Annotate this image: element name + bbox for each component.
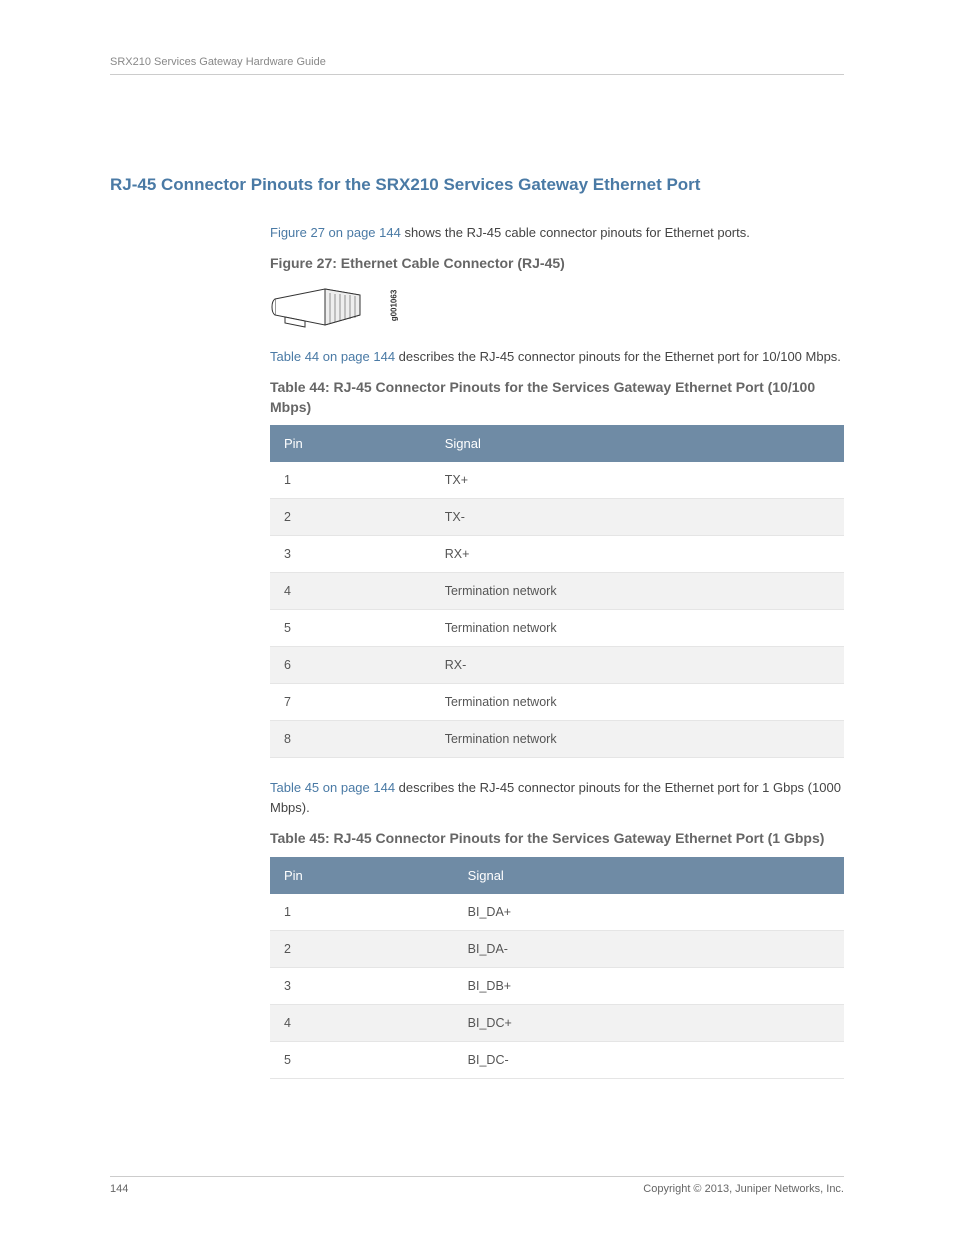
header-title: SRX210 Services Gateway Hardware Guide (110, 56, 326, 68)
table-row: 3BI_DB+ (270, 967, 844, 1004)
intro-paragraph-1: Figure 27 on page 144 shows the RJ-45 ca… (270, 223, 844, 243)
cell-pin: 6 (270, 647, 431, 684)
table-row: 4BI_DC+ (270, 1004, 844, 1041)
table-row: 7Termination network (270, 684, 844, 721)
cell-signal: RX+ (431, 536, 844, 573)
cell-pin: 2 (270, 499, 431, 536)
table-44-caption: Table 44: RJ-45 Connector Pinouts for th… (270, 378, 844, 417)
table-row: 8Termination network (270, 721, 844, 758)
cell-signal: BI_DA+ (454, 894, 844, 931)
figure-27-link[interactable]: Figure 27 on page 144 (270, 225, 401, 240)
table-row: 2BI_DA- (270, 930, 844, 967)
cell-signal: BI_DC- (454, 1041, 844, 1078)
page-number: 144 (110, 1183, 128, 1195)
cell-pin: 8 (270, 721, 431, 758)
cell-pin: 1 (270, 894, 454, 931)
cell-pin: 7 (270, 684, 431, 721)
intro-paragraph-2: Table 44 on page 144 describes the RJ-45… (270, 347, 844, 367)
table-row: 5Termination network (270, 610, 844, 647)
table-row: 3RX+ (270, 536, 844, 573)
cell-pin: 1 (270, 462, 431, 499)
rj45-connector-icon (270, 281, 370, 331)
cell-signal: BI_DC+ (454, 1004, 844, 1041)
table-row: 1BI_DA+ (270, 894, 844, 931)
cell-signal: BI_DA- (454, 930, 844, 967)
copyright-text: Copyright © 2013, Juniper Networks, Inc. (643, 1183, 844, 1195)
cell-signal: TX+ (431, 462, 844, 499)
table-44: Pin Signal 1TX+2TX-3RX+4Termination netw… (270, 425, 844, 758)
table-44-header-signal: Signal (431, 425, 844, 462)
page-header: SRX210 Services Gateway Hardware Guide (110, 56, 844, 75)
cell-signal: Termination network (431, 684, 844, 721)
cell-signal: Termination network (431, 610, 844, 647)
intro-paragraph-3: Table 45 on page 144 describes the RJ-45… (270, 778, 844, 817)
figure-27-image: g001063 (270, 281, 844, 331)
table-row: 1TX+ (270, 462, 844, 499)
figure-27-label: g001063 (389, 290, 398, 322)
section-title: RJ-45 Connector Pinouts for the SRX210 S… (110, 175, 844, 195)
table-row: 6RX- (270, 647, 844, 684)
cell-pin: 2 (270, 930, 454, 967)
table-45: Pin Signal 1BI_DA+2BI_DA-3BI_DB+4BI_DC+5… (270, 857, 844, 1079)
table-45-header-pin: Pin (270, 857, 454, 894)
cell-signal: RX- (431, 647, 844, 684)
figure-27-caption: Figure 27: Ethernet Cable Connector (RJ-… (270, 255, 844, 271)
table-45-link[interactable]: Table 45 on page 144 (270, 780, 395, 795)
cell-pin: 5 (270, 1041, 454, 1078)
cell-pin: 4 (270, 1004, 454, 1041)
page-footer: 144 Copyright © 2013, Juniper Networks, … (110, 1176, 844, 1195)
cell-signal: Termination network (431, 721, 844, 758)
cell-signal: Termination network (431, 573, 844, 610)
cell-pin: 4 (270, 573, 431, 610)
table-44-link[interactable]: Table 44 on page 144 (270, 349, 395, 364)
cell-pin: 3 (270, 536, 431, 573)
table-row: 5BI_DC- (270, 1041, 844, 1078)
para2-text: describes the RJ-45 connector pinouts fo… (395, 349, 841, 364)
table-row: 2TX- (270, 499, 844, 536)
cell-pin: 3 (270, 967, 454, 1004)
table-row: 4Termination network (270, 573, 844, 610)
cell-pin: 5 (270, 610, 431, 647)
table-45-header-signal: Signal (454, 857, 844, 894)
table-44-header-pin: Pin (270, 425, 431, 462)
para1-text: shows the RJ-45 cable connector pinouts … (401, 225, 750, 240)
table-45-caption: Table 45: RJ-45 Connector Pinouts for th… (270, 829, 844, 849)
cell-signal: TX- (431, 499, 844, 536)
cell-signal: BI_DB+ (454, 967, 844, 1004)
